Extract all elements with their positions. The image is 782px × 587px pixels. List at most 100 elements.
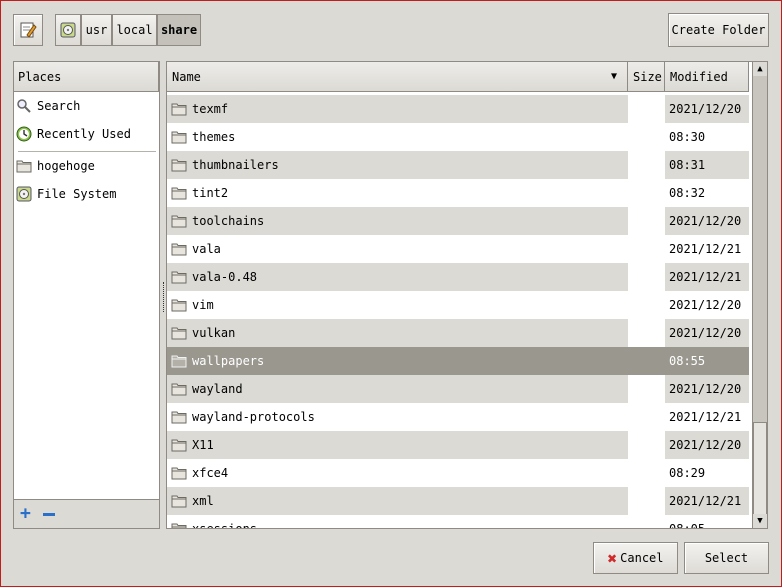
folder-icon [171,243,187,256]
file-size-cell [628,95,665,123]
file-modified: 2021/12/21 [669,410,742,424]
file-name: tint2 [192,186,229,200]
cancel-label: Cancel [620,551,664,565]
file-modified: 08:29 [669,466,706,480]
path-button-usr[interactable]: usr [81,14,112,46]
folder-icon [171,495,187,508]
folder-icon [171,439,187,452]
drive-icon [60,22,76,38]
file-name: vala [192,242,221,256]
file-name-cell: wayland-protocols [171,410,315,424]
file-modified: 08:32 [669,186,706,200]
table-row[interactable]: themes 08:30 [167,123,749,151]
file-name-cell: wayland [171,382,243,396]
places-item-file-system[interactable]: File System [16,182,156,206]
places-item-search[interactable]: Search [16,94,156,118]
column-header-modified[interactable]: Modified [665,62,749,92]
file-modified: 2021/12/21 [669,242,742,256]
file-modified: 2021/12/20 [669,298,742,312]
table-row[interactable]: vulkan 2021/12/20 [167,319,749,347]
path-button-local[interactable]: local [112,14,157,46]
places-header[interactable]: Places [14,62,159,92]
file-modified: 08:30 [669,130,706,144]
table-row[interactable]: tint2 08:32 [167,179,749,207]
folder-icon [171,215,187,228]
create-folder-button[interactable]: Create Folder [668,13,769,47]
column-header-size[interactable]: Size [628,62,665,92]
edit-location-button[interactable] [13,14,43,46]
table-row[interactable]: wayland-protocols 2021/12/21 [167,403,749,431]
file-modified: 08:55 [669,354,706,368]
vertical-scrollbar[interactable]: ▲ ▼ [752,61,768,529]
file-size-cell [628,403,665,431]
file-name: X11 [192,438,214,452]
file-name: vala-0.48 [192,270,258,284]
select-label: Select [704,551,749,565]
file-size-cell [628,207,665,235]
table-row[interactable]: xfce4 08:29 [167,459,749,487]
file-modified: 2021/12/21 [669,270,742,284]
scroll-thumb[interactable] [753,422,767,516]
minus-icon[interactable] [42,512,55,516]
scroll-down-arrow[interactable]: ▼ [753,514,767,528]
file-size-cell [628,375,665,403]
table-row[interactable]: vala-0.48 2021/12/21 [167,263,749,291]
file-name-cell: themes [171,130,235,144]
file-rows: texmf 2021/12/20 themes 08:30 thumbnailers 08… [167,95,749,529]
file-name-cell: X11 [171,438,214,452]
select-button[interactable]: Select [684,542,769,574]
file-name-cell: xfce4 [171,466,228,480]
file-name: thumbnailers [192,158,279,172]
file-size-cell [628,151,665,179]
file-modified: 2021/12/20 [669,382,742,396]
column-header-name[interactable]: Name ▼ [167,62,628,92]
recent-icon [16,126,32,142]
table-row[interactable]: X11 2021/12/20 [167,431,749,459]
file-modified: 2021/12/21 [669,494,742,508]
table-row[interactable]: wayland 2021/12/20 [167,375,749,403]
search-icon [17,99,31,113]
table-row[interactable]: vala 2021/12/21 [167,235,749,263]
file-modified: 2021/12/20 [669,214,742,228]
path-button-root[interactable] [55,14,81,46]
plus-icon[interactable]: + [20,505,31,523]
table-row[interactable]: wallpapers 08:55 [167,347,749,375]
file-modified: 2021/12/20 [669,438,742,452]
cancel-button[interactable]: ✖ Cancel [593,542,678,574]
table-row[interactable]: thumbnailers 08:31 [167,151,749,179]
file-name: wallpapers [192,354,265,368]
file-size-cell [628,123,665,151]
file-size-cell [628,179,665,207]
folder-icon [171,187,187,200]
places-item-hogehoge[interactable]: hogehoge [16,154,156,178]
file-name-cell: vala-0.48 [171,270,257,284]
table-row[interactable]: xsessions 08:05 [167,515,749,529]
folder-icon [171,523,187,528]
file-modified: 08:05 [669,522,706,529]
file-name-cell: texmf [171,102,228,116]
file-size-cell [628,319,665,347]
file-name-cell: xsessions [171,522,257,528]
table-row[interactable]: texmf 2021/12/20 [167,95,749,123]
table-row[interactable]: xml 2021/12/21 [167,487,749,515]
create-folder-label: Create Folder [671,23,766,37]
folder-icon [171,159,187,172]
places-footer: + [14,499,159,528]
sort-down-icon: ▼ [610,71,617,82]
file-name-cell: toolchains [171,214,264,228]
table-row[interactable]: toolchains 2021/12/20 [167,207,749,235]
file-size-cell [628,291,665,319]
folder-icon [171,327,187,340]
scroll-up-arrow[interactable]: ▲ [753,62,767,76]
file-size-cell [628,515,665,528]
places-item-recently-used[interactable]: Recently Used [16,122,156,146]
file-name-cell: vala [171,242,221,256]
path-button-share[interactable]: share [157,14,201,46]
pencil-notepad-icon [20,22,37,38]
file-name: texmf [192,102,229,116]
file-name-cell: xml [171,494,214,508]
file-name-cell: wallpapers [171,354,264,368]
table-row[interactable]: vim 2021/12/20 [167,291,749,319]
file-size-cell [628,347,665,375]
file-name-cell: vim [171,298,214,312]
